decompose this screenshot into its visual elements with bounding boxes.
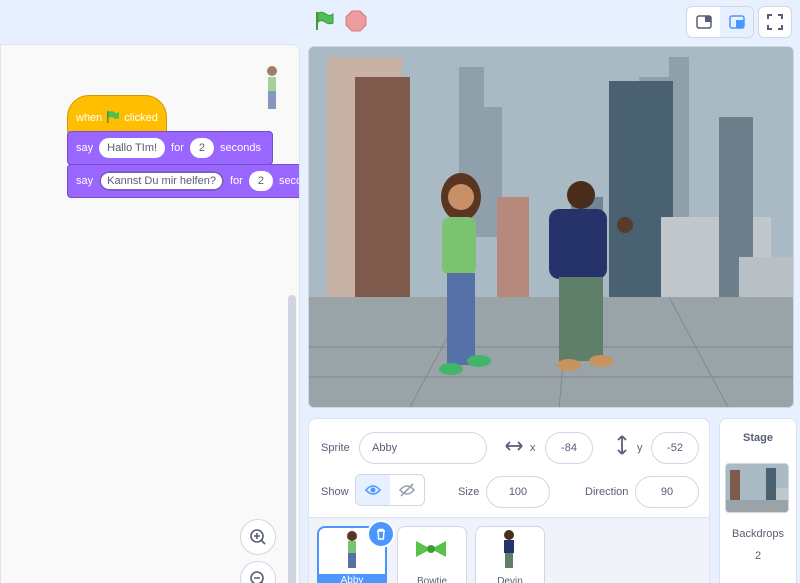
sprite-tile-name: Bowtie bbox=[416, 576, 447, 583]
sprite-list: Abby Bowtie Devin bbox=[308, 518, 710, 583]
message-input[interactable]: Kannst Du mir helfen? bbox=[99, 171, 224, 191]
vertical-scrollbar[interactable] bbox=[288, 295, 296, 583]
sprite-tile-bowtie[interactable]: Bowtie bbox=[397, 526, 467, 583]
when-label: when bbox=[76, 112, 103, 124]
devin-thumbnail bbox=[504, 530, 514, 568]
say-label: say bbox=[76, 142, 94, 154]
message-input[interactable]: Hallo TIm! bbox=[99, 138, 166, 158]
y-label: y bbox=[637, 442, 643, 454]
backdrops-label: Backdrops bbox=[732, 528, 784, 540]
green-flag-icon bbox=[316, 11, 334, 30]
eye-icon bbox=[365, 485, 381, 495]
sprite-tile-name: Devin bbox=[497, 576, 523, 583]
size-label: Size bbox=[458, 486, 480, 498]
seconds-input[interactable]: 2 bbox=[189, 138, 215, 158]
say-for-secs-block[interactable]: say Hallo TIm! for 2 seconds bbox=[67, 131, 273, 165]
x-label: x bbox=[530, 442, 536, 454]
normal-stage-button[interactable] bbox=[720, 7, 753, 37]
direction-input[interactable]: 90 bbox=[635, 476, 699, 508]
for-label: for bbox=[171, 142, 184, 154]
sprite-label: Sprite bbox=[321, 442, 350, 454]
sprite-name-input[interactable]: Abby bbox=[359, 432, 487, 464]
stop-button[interactable] bbox=[345, 10, 367, 32]
size-input[interactable]: 100 bbox=[486, 476, 550, 508]
stop-icon bbox=[345, 10, 367, 32]
green-flag-icon bbox=[106, 110, 120, 127]
zoom-in-button[interactable] bbox=[240, 519, 276, 555]
y-input[interactable]: -52 bbox=[651, 432, 699, 464]
direction-label: Direction bbox=[585, 486, 629, 498]
arrows-vertical-icon bbox=[615, 435, 629, 460]
zoom-out-button[interactable] bbox=[240, 561, 276, 583]
seconds-label: seconds bbox=[220, 142, 261, 154]
code-area[interactable]: when clicked say Hallo TIm! for 2 second… bbox=[0, 44, 300, 583]
x-input[interactable]: -84 bbox=[545, 432, 593, 464]
zoom-in-icon bbox=[250, 529, 266, 545]
normal-stage-icon bbox=[728, 15, 745, 29]
sprite-tile-name: Abby bbox=[319, 574, 385, 583]
sprite-thumbnail-icon bbox=[267, 66, 277, 109]
show-button[interactable] bbox=[356, 475, 390, 505]
small-stage-icon bbox=[695, 15, 712, 29]
trash-icon bbox=[377, 528, 385, 540]
stage-target-panel[interactable]: Stage Backdrops 2 bbox=[719, 418, 797, 583]
eye-slash-icon bbox=[399, 483, 415, 497]
hide-button[interactable] bbox=[390, 475, 424, 505]
sprite-info-panel: Sprite Abby x -84 y -52 Show Size 100 Di… bbox=[308, 418, 710, 518]
say-label: say bbox=[76, 175, 94, 187]
clicked-label: clicked bbox=[124, 112, 158, 124]
for-label: for bbox=[229, 175, 243, 187]
arrows-horizontal-icon bbox=[505, 439, 523, 458]
stage-thumbnail bbox=[725, 463, 789, 513]
bowtie-thumbnail bbox=[416, 541, 446, 557]
when-flag-clicked-block[interactable]: when clicked bbox=[67, 95, 167, 135]
show-label: Show bbox=[321, 486, 349, 498]
delete-sprite-button[interactable] bbox=[369, 522, 393, 546]
green-flag-button[interactable] bbox=[313, 10, 335, 32]
zoom-out-icon bbox=[250, 571, 264, 583]
seconds-label: seco bbox=[278, 175, 300, 187]
seconds-input[interactable]: 2 bbox=[248, 171, 273, 191]
say-for-secs-block[interactable]: say Kannst Du mir helfen? for 2 seco bbox=[67, 164, 300, 198]
fullscreen-button[interactable] bbox=[758, 6, 792, 38]
stage-backdrop bbox=[309, 47, 793, 407]
small-stage-button[interactable] bbox=[687, 7, 720, 37]
sprite-tile-devin[interactable]: Devin bbox=[475, 526, 545, 583]
backdrops-count: 2 bbox=[754, 550, 762, 562]
visibility-toggle bbox=[355, 474, 425, 506]
stage[interactable] bbox=[308, 46, 794, 408]
stage-title: Stage bbox=[743, 432, 773, 444]
fullscreen-icon bbox=[767, 14, 783, 30]
stage-size-toggle bbox=[686, 6, 754, 38]
